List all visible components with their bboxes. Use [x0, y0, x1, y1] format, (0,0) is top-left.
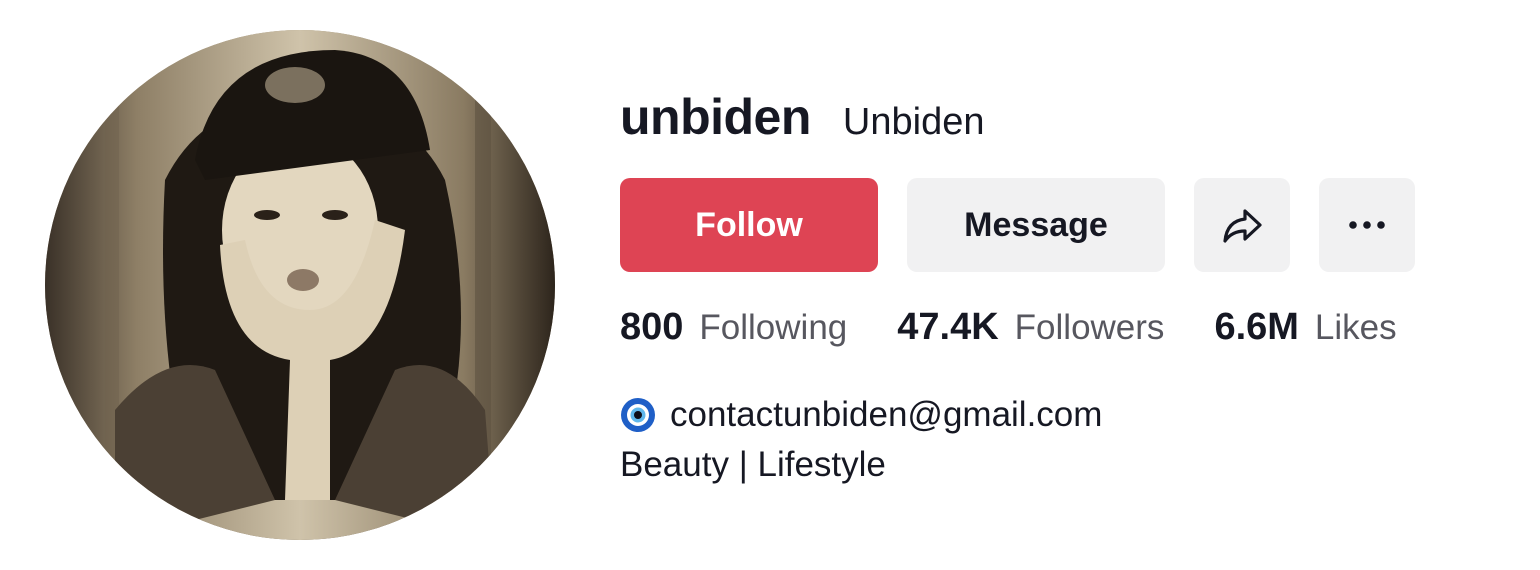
- share-arrow-icon: [1220, 205, 1264, 245]
- bio-email: contactunbiden@gmail.com: [670, 395, 1103, 434]
- message-button[interactable]: Message: [907, 178, 1165, 272]
- nazar-eye-icon: [620, 397, 656, 433]
- display-name: Unbiden: [842, 101, 985, 143]
- stat-followers[interactable]: 47.4K Followers: [897, 306, 1164, 349]
- likes-count: 6.6M: [1214, 306, 1299, 348]
- followers-label: Followers: [1014, 308, 1165, 347]
- stat-following[interactable]: 800 Following: [620, 306, 847, 349]
- username: unbiden: [620, 89, 811, 145]
- profile-actions: Follow Message: [620, 178, 1415, 272]
- avatar-photo: [45, 30, 555, 540]
- more-dots-icon: [1347, 220, 1387, 230]
- profile-stats: 800 Following 47.4K Followers 6.6M Likes: [620, 306, 1397, 349]
- following-label: Following: [699, 308, 848, 347]
- bio-line-2: Beauty | Lifestyle: [620, 445, 886, 484]
- follow-button[interactable]: Follow: [620, 178, 878, 272]
- profile-bio: contactunbiden@gmail.com Beauty | Lifest…: [620, 390, 1102, 490]
- more-options-button[interactable]: [1319, 178, 1415, 272]
- stat-likes: 6.6M Likes: [1214, 306, 1396, 349]
- profile-avatar[interactable]: [45, 30, 555, 540]
- likes-label: Likes: [1314, 308, 1397, 347]
- share-button[interactable]: [1194, 178, 1290, 272]
- following-count: 800: [620, 306, 684, 348]
- name-row: unbiden Unbiden: [620, 88, 984, 146]
- followers-count: 47.4K: [897, 306, 999, 348]
- bio-line-1: contactunbiden@gmail.com: [620, 390, 1102, 440]
